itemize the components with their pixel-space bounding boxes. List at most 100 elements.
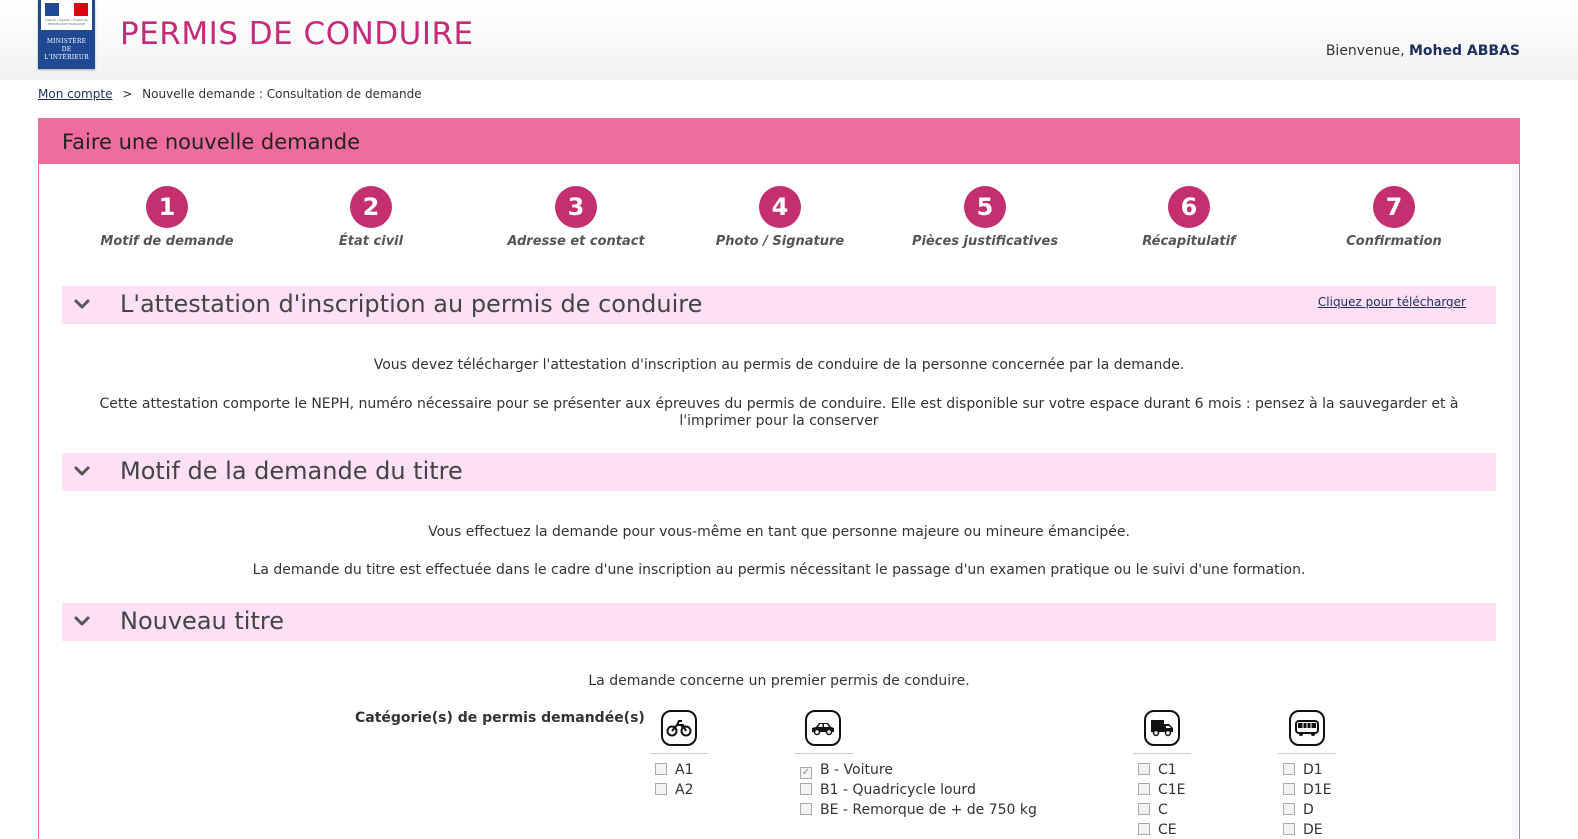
user-name: Mohed ABBAS: [1408, 43, 1520, 59]
demande-panel: Faire une nouvelle demande 1 Motif de de…: [38, 118, 1520, 839]
breadcrumb-current: Nouvelle demande : Consultation de deman…: [142, 87, 422, 101]
checkbox[interactable]: [655, 783, 667, 795]
category-option-de[interactable]: DE: [1283, 822, 1323, 838]
header-bar: Liberté • Égalité • Fraternité RÉPUBLIQU…: [0, 0, 1578, 80]
panel-title: Faire une nouvelle demande: [39, 119, 1519, 164]
divider: [1133, 753, 1191, 754]
step-number: 4: [759, 186, 801, 228]
checkbox-checked[interactable]: ✓: [800, 767, 812, 779]
logo-line-1: MINISTÈRE: [46, 38, 87, 45]
option-label: B - Voiture: [820, 762, 893, 778]
checkbox[interactable]: [1283, 823, 1295, 835]
bus-icon: [1289, 710, 1325, 746]
ministere-logo: Liberté • Égalité • Fraternité RÉPUBLIQU…: [38, 0, 95, 69]
step-3: 3 Adresse et contact: [474, 186, 678, 249]
checkbox[interactable]: [1283, 803, 1295, 815]
checkbox[interactable]: [1283, 783, 1295, 795]
category-option-c1[interactable]: C1: [1138, 762, 1177, 778]
option-label: BE - Remorque de + de 750 kg: [820, 802, 1037, 818]
welcome-message: Bienvenue, Mohed ABBAS: [1326, 43, 1520, 59]
category-option-ce[interactable]: CE: [1138, 822, 1177, 838]
step-label: Photo / Signature: [715, 234, 845, 249]
step-label: Pièces justificatives: [911, 234, 1059, 249]
truck-icon: [1144, 710, 1180, 746]
motif-text-2: La demande du titre est effectuée dans l…: [252, 562, 1306, 578]
motif-text-1: Vous effectuez la demande pour vous-même…: [428, 524, 1130, 540]
checkbox[interactable]: [655, 763, 667, 775]
checkbox[interactable]: [1283, 763, 1295, 775]
attestation-text-2b: l'imprimer pour la conserver: [679, 413, 879, 429]
option-label: D1: [1303, 762, 1323, 778]
nouveau-text-1: La demande concerne un premier permis de…: [588, 673, 970, 689]
category-option-b1[interactable]: B1 - Quadricycle lourd: [800, 782, 976, 798]
divider: [795, 753, 853, 754]
divider: [650, 753, 708, 754]
car-icon: [805, 710, 841, 746]
step-5: 5 Pièces justificatives: [883, 186, 1087, 249]
divider: [1278, 753, 1336, 754]
category-option-a1[interactable]: A1: [655, 762, 693, 778]
section-title: Nouveau titre: [120, 607, 284, 635]
step-4: 4 Photo / Signature: [678, 186, 882, 249]
attestation-text-1: Vous devez télécharger l'attestation d'i…: [373, 357, 1185, 373]
attestation-text-2: Cette attestation comporte le NEPH, numé…: [62, 396, 1496, 430]
breadcrumb: Mon compte > Nouvelle demande : Consulta…: [38, 87, 422, 101]
option-label: CE: [1158, 822, 1177, 838]
option-label: C1: [1158, 762, 1177, 778]
step-number: 5: [964, 186, 1006, 228]
chevron-down-icon[interactable]: [72, 294, 92, 314]
step-label: État civil: [338, 234, 404, 249]
checkbox[interactable]: [1138, 803, 1150, 815]
checkbox[interactable]: [1138, 823, 1150, 835]
breadcrumb-link-mon-compte[interactable]: Mon compte: [38, 87, 112, 101]
category-option-d1e[interactable]: D1E: [1283, 782, 1332, 798]
section-title: Motif de la demande du titre: [120, 457, 463, 485]
option-label: A2: [675, 782, 694, 798]
checkbox[interactable]: [1138, 783, 1150, 795]
step-label: Confirmation: [1346, 234, 1442, 249]
step-1: 1 Motif de demande: [65, 186, 269, 249]
option-label: B1 - Quadricycle lourd: [820, 782, 976, 798]
section-nouveau-titre-header[interactable]: Nouveau titre: [62, 603, 1496, 641]
checkbox[interactable]: [1138, 763, 1150, 775]
step-number: 1: [146, 186, 188, 228]
category-option-a2[interactable]: A2: [655, 782, 693, 798]
checkbox[interactable]: [800, 783, 812, 795]
category-option-be[interactable]: BE - Remorque de + de 750 kg: [800, 802, 1037, 818]
category-option-c[interactable]: C: [1138, 802, 1168, 818]
step-indicator: 1 Motif de demande 2 État civil 3 Adress…: [65, 186, 1497, 256]
option-label: DE: [1303, 822, 1323, 838]
logo-motto: Liberté • Égalité • Fraternité RÉPUBLIQU…: [45, 18, 88, 26]
option-label: C: [1158, 802, 1168, 818]
chevron-down-icon[interactable]: [72, 611, 92, 631]
category-option-c1e[interactable]: C1E: [1138, 782, 1186, 798]
step-7: 7 Confirmation: [1292, 186, 1496, 249]
app-title: PERMIS DE CONDUIRE: [120, 16, 474, 52]
breadcrumb-separator: >: [122, 87, 133, 101]
step-label: Récapitulatif: [1142, 234, 1236, 249]
checkbox[interactable]: [800, 803, 812, 815]
option-label: D: [1303, 802, 1314, 818]
category-option-d1[interactable]: D1: [1283, 762, 1323, 778]
logo-line-2: DE: [61, 46, 72, 53]
chevron-down-icon[interactable]: [72, 461, 92, 481]
step-number: 7: [1373, 186, 1415, 228]
section-title: L'attestation d'inscription au permis de…: [120, 290, 703, 318]
download-attestation-link[interactable]: Cliquez pour télécharger: [1318, 295, 1466, 309]
option-label: A1: [675, 762, 694, 778]
section-motif-header[interactable]: Motif de la demande du titre: [62, 453, 1496, 491]
welcome-prefix: Bienvenue,: [1325, 43, 1405, 59]
step-number: 2: [350, 186, 392, 228]
logo-line-3: L'INTÉRIEUR: [44, 54, 89, 61]
option-label: D1E: [1303, 782, 1332, 798]
category-option-d[interactable]: D: [1283, 802, 1314, 818]
categories-label: Catégorie(s) de permis demandée(s): [355, 710, 645, 726]
category-option-b[interactable]: ✓ B - Voiture: [800, 762, 893, 779]
step-label: Adresse et contact: [507, 234, 645, 249]
french-flag-icon: [45, 3, 88, 16]
motorcycle-icon: [661, 710, 697, 746]
section-attestation-header[interactable]: L'attestation d'inscription au permis de…: [62, 286, 1496, 324]
step-number: 6: [1168, 186, 1210, 228]
option-label: C1E: [1158, 782, 1186, 798]
step-6: 6 Récapitulatif: [1087, 186, 1291, 249]
